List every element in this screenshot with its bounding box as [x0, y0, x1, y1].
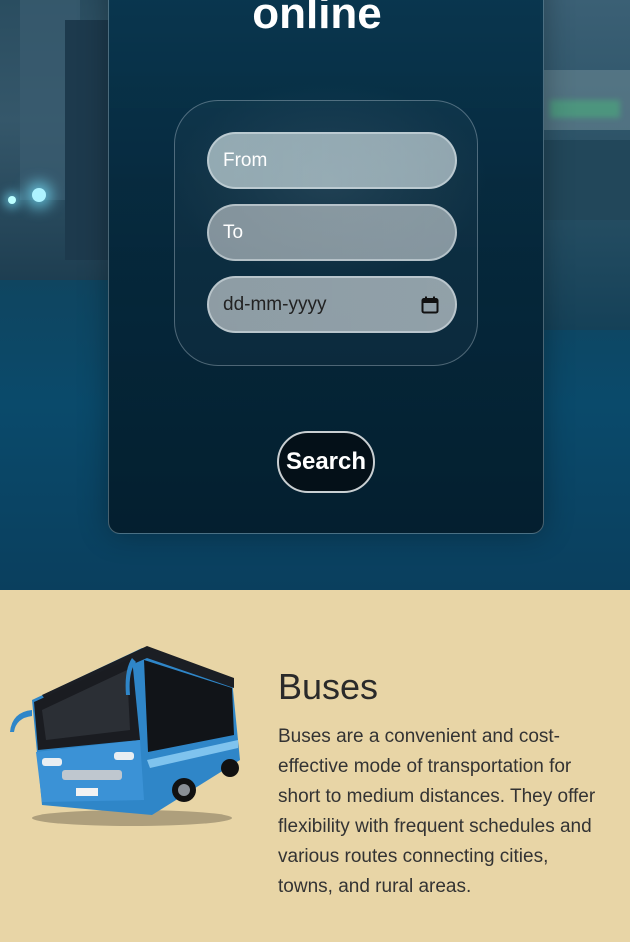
bus-image [2, 640, 247, 830]
to-input[interactable]: To [207, 204, 457, 261]
hero-section: online From To dd-mm-yyyy Search [0, 0, 630, 590]
calendar-icon[interactable] [421, 296, 439, 314]
buses-section: Buses Buses are a convenient and cost-ef… [0, 590, 630, 942]
background-sign-light [550, 100, 620, 118]
from-input[interactable]: From [207, 132, 457, 189]
from-placeholder: From [223, 149, 268, 171]
search-button[interactable]: Search [277, 431, 375, 493]
background-bus [65, 20, 110, 260]
date-input[interactable]: dd-mm-yyyy [207, 276, 457, 333]
hero-heading: online [252, 0, 382, 38]
background-headlight [32, 188, 46, 202]
background-building-right-lower [542, 140, 630, 220]
to-placeholder: To [223, 221, 244, 243]
buses-title: Buses [278, 666, 379, 707]
date-placeholder: dd-mm-yyyy [223, 293, 327, 315]
buses-description: Buses are a convenient and cost-effectiv… [278, 726, 596, 897]
background-headlight-small [8, 196, 16, 204]
